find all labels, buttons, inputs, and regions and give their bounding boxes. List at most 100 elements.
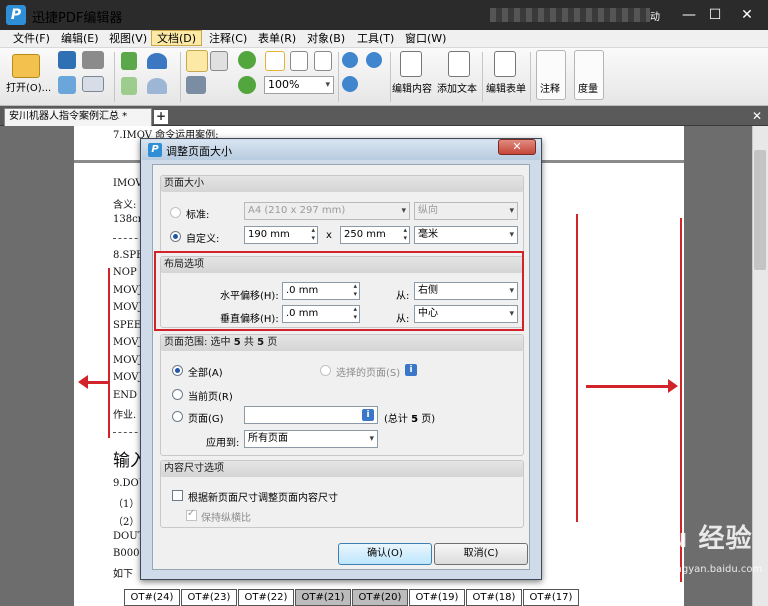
selected-pages-label: 选择的页面(S) <box>336 368 401 379</box>
size-x-separator: x <box>326 230 332 241</box>
resize-content-checkbox[interactable] <box>172 490 183 501</box>
edit-content-icon[interactable] <box>400 51 422 77</box>
rotate-cw-icon[interactable] <box>238 51 256 69</box>
redo-icon[interactable] <box>147 78 167 94</box>
snapshot-icon[interactable] <box>186 76 206 94</box>
zoom-out-icon[interactable] <box>366 52 382 68</box>
zoom-in-icon[interactable] <box>342 76 358 92</box>
email-icon[interactable] <box>82 76 104 92</box>
edit-form-icon[interactable] <box>494 51 516 77</box>
actual-size-icon[interactable] <box>265 51 285 71</box>
red-arrowhead-right-icon <box>668 379 678 393</box>
zoom-in-magnifier-icon[interactable] <box>342 52 358 68</box>
custom-radio[interactable] <box>170 231 181 242</box>
dialog-logo-icon: P <box>148 143 162 157</box>
total-note-count: 5 <box>411 414 419 425</box>
current-page-radio[interactable] <box>172 389 183 400</box>
table-cell: OT#(24) <box>124 589 180 606</box>
menu-file[interactable]: 文件(F) <box>8 31 55 47</box>
save-icon[interactable] <box>58 51 76 69</box>
table-cell: OT#(19) <box>409 589 465 606</box>
add-text-icon[interactable] <box>448 51 470 77</box>
tab-document[interactable]: 安川机器人指令案例汇总 * <box>4 108 152 126</box>
doc-line: IMOV <box>113 178 143 189</box>
menu-form[interactable]: 表单(R) <box>253 31 301 47</box>
forward-icon[interactable] <box>121 77 137 95</box>
rotate-ccw-icon[interactable] <box>238 76 256 94</box>
menu-tools[interactable]: 工具(T) <box>352 31 399 47</box>
open-label[interactable]: 打开(O)... <box>6 79 51 94</box>
back-icon[interactable] <box>121 52 137 70</box>
print-icon[interactable] <box>82 51 104 69</box>
scan-icon[interactable] <box>58 76 76 94</box>
watermark-url: jingyan.baidu.com <box>670 564 763 575</box>
red-arrow-left <box>88 381 108 384</box>
standard-size-select[interactable]: A4 (210 x 297 mm) <box>244 202 410 220</box>
select-text-icon[interactable] <box>210 51 228 71</box>
edit-form-label[interactable]: 编辑表单 <box>486 80 526 95</box>
apply-to-select[interactable]: 所有页面 <box>244 430 378 448</box>
total-note-suffix: 页) <box>421 414 436 425</box>
menu-document[interactable]: 文档(D) <box>151 30 203 46</box>
red-highlight-box <box>154 251 524 331</box>
info-icon[interactable]: i <box>405 364 417 376</box>
add-tab-icon[interactable]: + <box>154 110 168 124</box>
pages-radio[interactable] <box>172 411 183 422</box>
menu-edit[interactable]: 编辑(E) <box>56 31 104 47</box>
edit-content-label[interactable]: 编辑内容 <box>392 80 432 95</box>
maximize-button[interactable]: ☐ <box>702 4 728 26</box>
close-tab-icon[interactable]: ✕ <box>752 109 762 123</box>
pages-input[interactable] <box>244 406 378 424</box>
page-range-total: 5 <box>257 337 265 348</box>
doc-line: 含义: <box>113 200 137 211</box>
red-arrow-right <box>586 385 670 388</box>
page-range-prefix: 页面范围: 选中 <box>164 337 231 348</box>
dialog-title: 调整页面大小 <box>166 145 232 158</box>
scrollbar-thumb[interactable] <box>754 150 766 270</box>
close-button[interactable]: ✕ <box>734 4 760 26</box>
fit-page-icon[interactable] <box>290 51 308 71</box>
measure-label[interactable]: 度量 <box>578 80 598 95</box>
page-range-pages: 页 <box>267 337 278 348</box>
menu-object[interactable]: 对象(B) <box>302 31 350 47</box>
dialog-close-button[interactable]: ✕ <box>498 139 536 155</box>
fit-width-icon[interactable] <box>314 51 332 71</box>
doc-line: MOVJ <box>113 302 143 313</box>
custom-label: 自定义: <box>186 234 220 245</box>
doc-line: （1） <box>113 499 140 510</box>
width-input[interactable]: 190 mm <box>244 226 318 244</box>
zoom-select[interactable]: 100% <box>264 76 334 94</box>
doc-line: 作业. <box>113 410 137 421</box>
doc-line: 8.SPE <box>113 250 144 261</box>
page-range-header: 页面范围: 选中 5 共 5 页 <box>161 335 523 351</box>
selected-pages-radio[interactable] <box>320 365 331 376</box>
unit-select[interactable]: 毫米 <box>414 226 518 244</box>
resize-content-label: 根据新页面尺寸调整页面内容尺寸 <box>188 493 338 504</box>
undo-icon[interactable] <box>147 53 167 69</box>
menu-comment[interactable]: 注释(C) <box>204 31 252 47</box>
height-input[interactable]: 250 mm <box>340 226 410 244</box>
menu-view[interactable]: 视图(V) <box>104 31 152 47</box>
hand-tool-icon[interactable] <box>186 50 208 72</box>
menu-window[interactable]: 窗口(W) <box>400 31 451 47</box>
toolbar: 打开(O)... 编辑内容 添加文本 编辑表单 注释 度量 <box>0 48 768 106</box>
standard-radio[interactable] <box>170 207 181 218</box>
orientation-select[interactable]: 纵向 <box>414 202 518 220</box>
all-pages-radio[interactable] <box>172 365 183 376</box>
keep-ratio-label: 保持纵横比 <box>201 513 251 524</box>
pages-info-icon[interactable]: i <box>362 409 374 421</box>
ok-button[interactable]: 确认(O) <box>338 543 432 565</box>
red-annotation-line-left <box>108 268 110 438</box>
apply-to-label: 应用到: <box>206 438 240 449</box>
open-folder-icon[interactable] <box>12 54 40 78</box>
add-text-label[interactable]: 添加文本 <box>437 80 477 95</box>
cancel-button[interactable]: 取消(C) <box>434 543 528 565</box>
table-cell: OT#(17) <box>523 589 579 606</box>
comment-label[interactable]: 注释 <box>540 80 560 95</box>
total-note-prefix: (总计 <box>384 414 408 425</box>
minimize-button[interactable]: — <box>676 4 702 26</box>
doc-line: END <box>113 390 138 401</box>
keep-ratio-checkbox[interactable] <box>186 508 197 521</box>
content-size-header: 内容尺寸选项 <box>161 461 523 477</box>
red-annotation-line-mid <box>576 214 578 522</box>
